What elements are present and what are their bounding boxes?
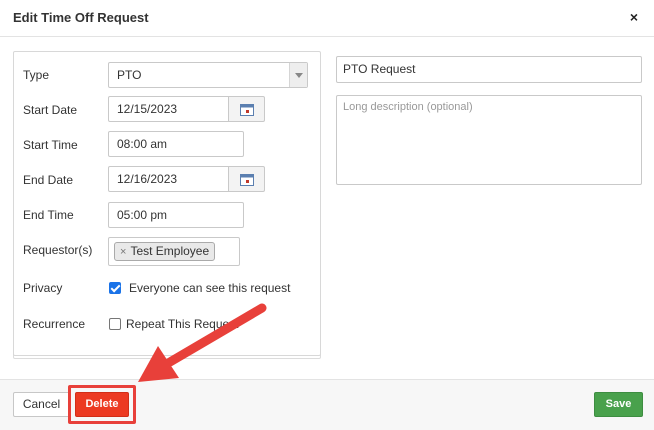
end-date-calendar-button[interactable] (228, 166, 265, 192)
repeat-request-checkbox[interactable] (109, 318, 121, 330)
type-select[interactable]: PTO (108, 62, 308, 88)
delete-highlight-box (68, 385, 136, 424)
description-textarea[interactable]: Long description (optional) (336, 95, 642, 185)
requestor-tag-label: Test Employee (130, 244, 210, 258)
request-title-input[interactable]: PTO Request (336, 56, 642, 83)
type-label: Type (23, 68, 50, 82)
end-date-label: End Date (23, 173, 74, 187)
requestor-tag: × Test Employee (114, 242, 216, 261)
close-icon[interactable]: × (630, 9, 638, 25)
remove-tag-icon[interactable]: × (120, 246, 126, 258)
dialog-title: Edit Time Off Request (13, 10, 149, 25)
end-time-input[interactable]: 05:00 pm (108, 202, 244, 228)
type-value: PTO (117, 68, 142, 82)
end-date-input[interactable]: 12/16/2023 (108, 166, 229, 192)
save-button[interactable]: Save (594, 392, 643, 417)
requestors-input[interactable]: × Test Employee (108, 237, 240, 266)
repeat-request-label: Repeat This Request (126, 317, 239, 331)
cancel-button[interactable]: Cancel (13, 392, 70, 417)
start-date-label: Start Date (23, 103, 78, 117)
privacy-checkbox-label: Everyone can see this request (129, 281, 291, 295)
start-date-input[interactable]: 12/15/2023 (108, 96, 229, 122)
calendar-icon (240, 104, 254, 116)
recurrence-label: Recurrence (23, 317, 86, 331)
privacy-checkbox[interactable] (109, 282, 121, 294)
end-time-label: End Time (23, 208, 74, 222)
calendar-icon (240, 174, 254, 186)
start-time-label: Start Time (23, 138, 78, 152)
dialog-header: Edit Time Off Request × (0, 0, 654, 37)
privacy-label: Privacy (23, 281, 63, 295)
start-date-calendar-button[interactable] (228, 96, 265, 122)
chevron-down-icon[interactable] (289, 63, 307, 87)
start-time-input[interactable]: 08:00 am (108, 131, 244, 157)
requestors-label: Requestor(s) (23, 243, 93, 257)
